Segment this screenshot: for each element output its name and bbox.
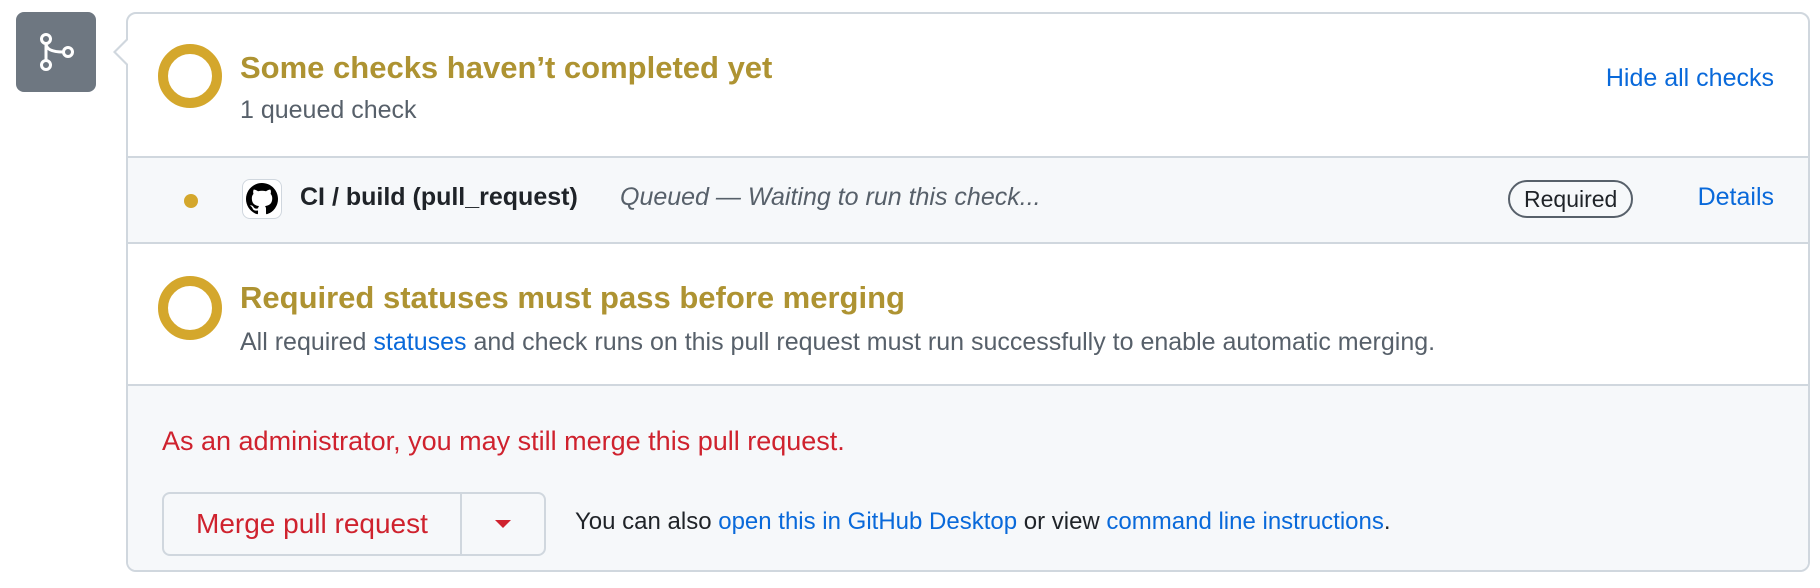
also-prefix: You can also [575, 508, 719, 535]
required-description: All required statuses and check runs on … [240, 328, 1435, 357]
alternate-options-text: You can also open this in GitHub Desktop… [575, 508, 1391, 536]
required-title: Required statuses must pass before mergi… [240, 280, 905, 315]
status-dot-icon [184, 194, 198, 208]
also-middle: or view [1017, 508, 1107, 535]
merge-box: Some checks haven’t completed yet 1 queu… [126, 12, 1810, 572]
github-desktop-link[interactable]: open this in GitHub Desktop [718, 508, 1017, 535]
hide-all-checks-link[interactable]: Hide all checks [1606, 64, 1774, 93]
merge-status-panel: Some checks haven’t completed yet 1 queu… [0, 0, 1820, 588]
git-branch-icon [16, 12, 96, 92]
required-text-after: and check runs on this pull request must… [466, 328, 1436, 356]
also-suffix: . [1383, 508, 1391, 535]
merge-options-dropdown[interactable] [462, 494, 544, 554]
required-text-before: All required [240, 328, 374, 356]
pending-ring-icon [158, 44, 222, 108]
required-statuses-section: Required statuses must pass before mergi… [128, 244, 1808, 386]
statuses-link[interactable]: statuses [373, 328, 466, 356]
admin-note: As an administrator, you may still merge… [162, 426, 845, 456]
merge-section: As an administrator, you may still merge… [128, 386, 1808, 570]
command-line-link[interactable]: command line instructions [1106, 508, 1383, 535]
github-mark-icon [242, 179, 282, 219]
checks-subtitle: 1 queued check [240, 96, 417, 124]
triangle-down-icon [494, 520, 511, 528]
merge-pull-request-button[interactable]: Merge pull request [164, 494, 462, 554]
checks-summary: Some checks haven’t completed yet 1 queu… [128, 14, 1808, 158]
details-link[interactable]: Details [1698, 183, 1774, 212]
box-pointer-fill [116, 40, 128, 64]
check-row: CI / build (pull_request) Queued — Waiti… [128, 158, 1808, 244]
required-badge: Required [1508, 180, 1634, 218]
check-name: CI / build (pull_request) [300, 183, 578, 211]
check-status: Queued — Waiting to run this check... [620, 183, 1041, 211]
merge-button-group: Merge pull request [162, 492, 546, 556]
pending-ring-icon [158, 276, 222, 340]
checks-title: Some checks haven’t completed yet [240, 50, 773, 85]
